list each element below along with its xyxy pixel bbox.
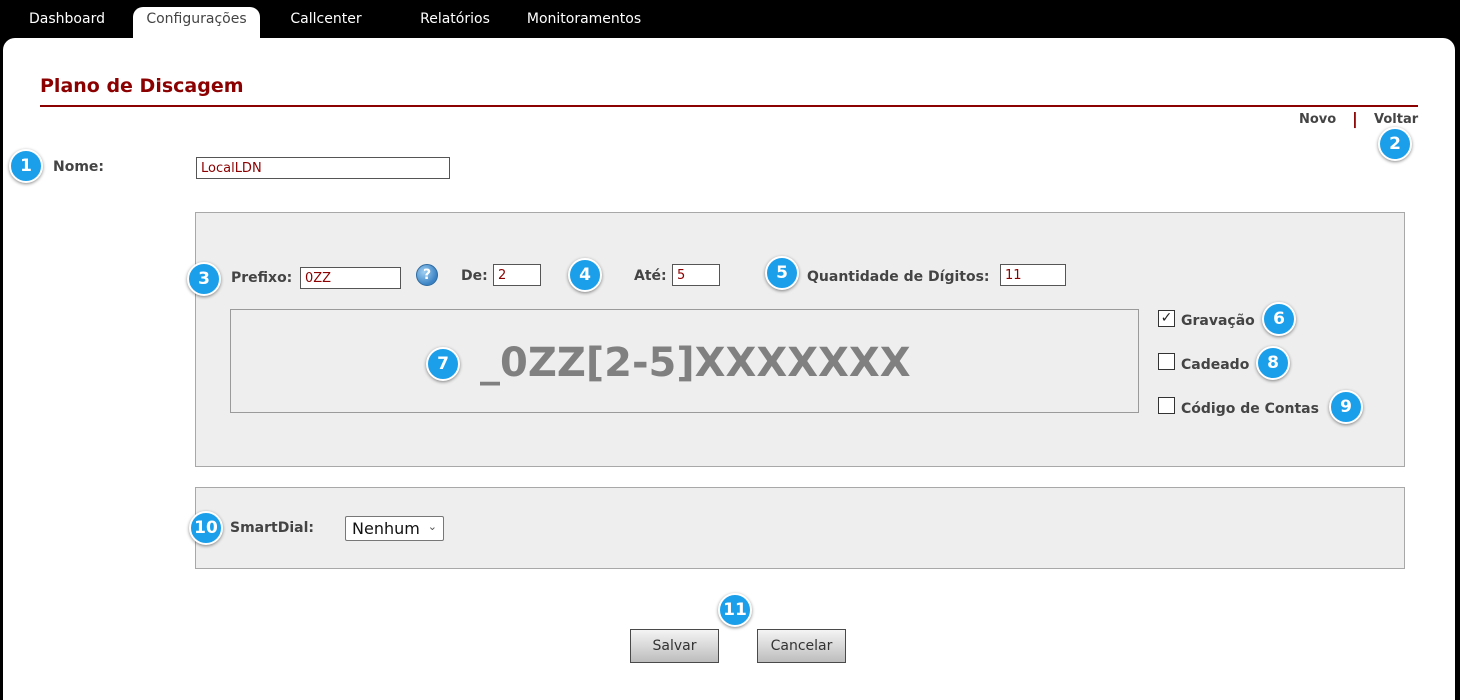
page-title: Plano de Discagem	[40, 75, 244, 97]
callout-badge-6: 6	[1262, 302, 1296, 336]
callout-badge-10: 10	[189, 511, 223, 545]
top-nav: Dashboard Configurações Callcenter Relat…	[0, 0, 1460, 38]
codigo-contas-checkbox[interactable]	[1158, 397, 1175, 414]
help-icon[interactable]: ?	[416, 264, 438, 286]
gravacao-checkbox[interactable]: ✓	[1158, 310, 1175, 327]
callout-badge-8: 8	[1256, 346, 1290, 380]
smartdial-select[interactable]: Nenhum ⌄	[345, 516, 444, 541]
salvar-button[interactable]: Salvar	[630, 629, 719, 663]
tab-relatorios[interactable]: Relatórios	[405, 0, 505, 38]
de-label: De:	[461, 268, 488, 284]
callout-badge-4: 4	[568, 258, 602, 292]
gravacao-label: Gravação	[1181, 313, 1255, 329]
nome-input[interactable]	[196, 157, 450, 179]
tab-configuracoes[interactable]: Configurações	[133, 7, 260, 38]
tab-callcenter[interactable]: Callcenter	[276, 0, 376, 38]
callout-badge-2: 2	[1378, 127, 1412, 161]
quantidade-digitos-input[interactable]	[1000, 264, 1066, 286]
smartdial-selected-value: Nenhum	[352, 519, 420, 538]
chevron-down-icon: ⌄	[427, 520, 437, 533]
callout-badge-7: 7	[426, 347, 460, 381]
callout-badge-11: 11	[718, 593, 752, 627]
callout-badge-1: 1	[9, 149, 43, 183]
nome-label: Nome:	[53, 159, 105, 175]
ate-input[interactable]	[672, 264, 720, 286]
link-separator: |	[1352, 109, 1358, 128]
cadeado-label: Cadeado	[1181, 357, 1250, 373]
voltar-link[interactable]: Voltar	[1374, 112, 1418, 127]
prefixo-input[interactable]	[300, 267, 401, 289]
tab-dashboard[interactable]: Dashboard	[14, 0, 120, 38]
novo-link[interactable]: Novo	[1299, 112, 1336, 127]
ate-label: Até:	[634, 268, 667, 284]
callout-badge-9: 9	[1329, 390, 1363, 424]
codigo-contas-label: Código de Contas	[1181, 401, 1319, 417]
de-input[interactable]	[493, 264, 541, 286]
tab-monitoramentos[interactable]: Monitoramentos	[520, 0, 648, 38]
smartdial-label: SmartDial:	[230, 520, 314, 536]
cancelar-button[interactable]: Cancelar	[757, 629, 846, 663]
title-divider	[40, 105, 1418, 107]
callout-badge-3: 3	[187, 262, 221, 296]
callout-badge-5: 5	[765, 256, 799, 290]
dial-pattern-text: _0ZZ[2-5]XXXXXXX	[480, 340, 911, 386]
cadeado-checkbox[interactable]	[1158, 353, 1175, 370]
quantidade-digitos-label: Quantidade de Dígitos:	[807, 269, 990, 285]
prefixo-label: Prefixo:	[231, 270, 293, 286]
